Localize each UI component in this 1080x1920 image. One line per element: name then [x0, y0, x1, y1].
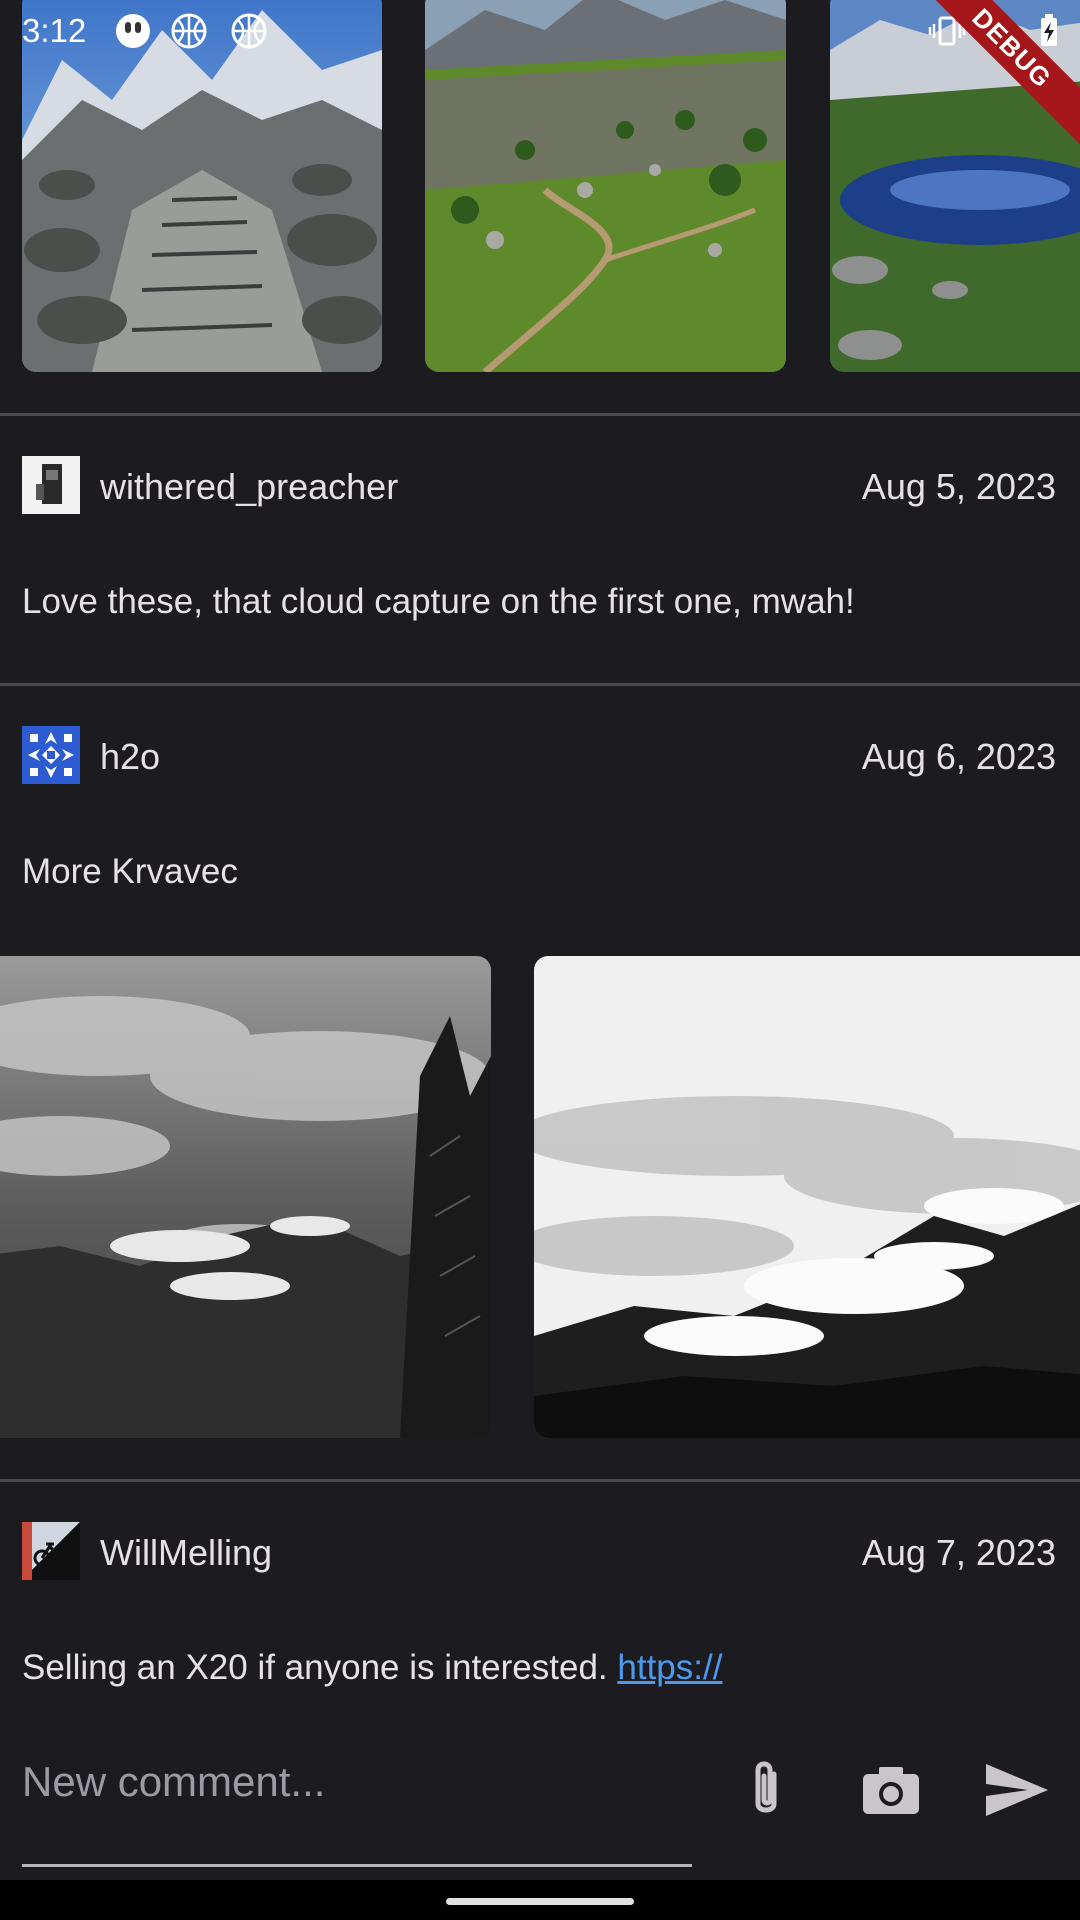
- bw-cloudy-mountains-image: [0, 956, 491, 1438]
- divider: [0, 413, 1080, 416]
- avatar[interactable]: [22, 1522, 80, 1580]
- comment-link[interactable]: https://: [617, 1648, 722, 1687]
- comment-date: Aug 5, 2023: [861, 466, 1056, 507]
- home-gesture-handle[interactable]: [446, 1898, 634, 1905]
- basketball-icon: [171, 13, 207, 49]
- post-comments-screen: 3:12 DEBUG withered_preacher Aug 5, 2023…: [0, 0, 1080, 1920]
- send-icon[interactable]: [978, 1752, 1054, 1828]
- comment-text-body: Selling an X20 if anyone is interested.: [22, 1648, 618, 1687]
- comment-text: Selling an X20 if anyone is interested. …: [22, 1648, 722, 1688]
- avatar[interactable]: [22, 726, 80, 784]
- bw-misty-peaks-image: [534, 956, 1080, 1438]
- camera-icon[interactable]: [853, 1752, 929, 1828]
- paperclip-icon[interactable]: [728, 1752, 804, 1828]
- gallery-photo-bw-clouds[interactable]: [0, 956, 491, 1438]
- divider: [0, 1479, 1080, 1482]
- comment-date: Aug 7, 2023: [861, 1532, 1056, 1573]
- comment-username[interactable]: h2o: [100, 736, 160, 778]
- app-notification-icon: [116, 14, 150, 48]
- new-comment-input[interactable]: New comment...: [22, 1758, 325, 1806]
- status-bar: 3:12: [0, 0, 1080, 64]
- divider: [0, 683, 1080, 686]
- comment-username[interactable]: withered_preacher: [100, 466, 398, 508]
- input-underline: [22, 1864, 692, 1867]
- comment-username[interactable]: WillMelling: [100, 1532, 272, 1574]
- status-time: 3:12: [22, 12, 87, 49]
- avatar[interactable]: [22, 456, 80, 514]
- gallery-photo-bw-mist[interactable]: [534, 956, 1080, 1438]
- comment-text: Love these, that cloud capture on the fi…: [22, 582, 855, 621]
- comment-text: More Krvavec: [22, 852, 238, 891]
- comment-date: Aug 6, 2023: [861, 736, 1056, 777]
- basketball-icon: [231, 13, 267, 49]
